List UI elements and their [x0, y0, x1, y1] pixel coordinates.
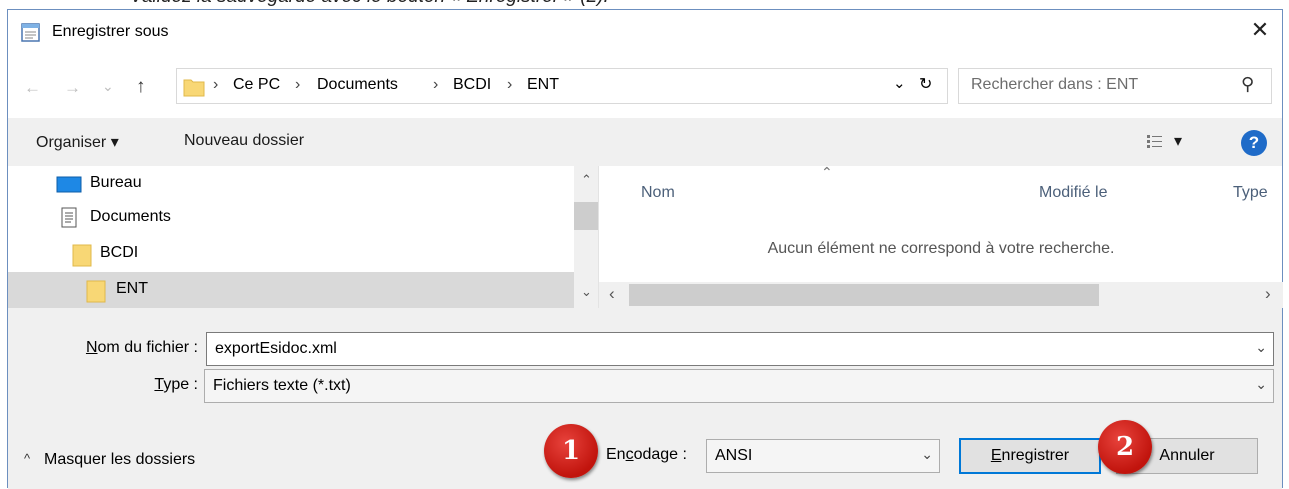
- breadcrumb-separator: ›: [295, 76, 301, 93]
- folder-icon: [183, 79, 205, 97]
- filename-label: Nom du fichier :: [85, 339, 198, 356]
- tree-item-bcdi[interactable]: BCDI: [8, 236, 574, 272]
- file-type-select[interactable]: Fichiers texte (*.txt) ⌄: [204, 369, 1274, 403]
- tree-item-label: Bureau: [90, 174, 142, 191]
- search-box[interactable]: Rechercher dans : ENT ⚲: [958, 68, 1272, 104]
- address-bar[interactable]: › Ce PC › Documents › BCDI › ENT ⌄ ↻: [176, 68, 948, 104]
- back-button[interactable]: ←: [24, 78, 41, 98]
- column-header-type[interactable]: Type: [1233, 184, 1268, 202]
- sort-indicator-icon: ⌃: [821, 164, 833, 180]
- tree-item-label: ENT: [116, 280, 148, 297]
- help-icon[interactable]: ?: [1241, 130, 1267, 156]
- search-icon[interactable]: ⚲: [1241, 74, 1254, 95]
- breadcrumb-ent[interactable]: ENT: [527, 76, 559, 94]
- breadcrumb-separator: ›: [213, 76, 219, 93]
- forward-button[interactable]: →: [64, 78, 81, 98]
- hide-folders-button[interactable]: Masquer les dossiers: [44, 451, 195, 469]
- tree-item-documents[interactable]: Documents: [8, 200, 574, 236]
- close-button[interactable]: ✕: [1246, 16, 1274, 44]
- address-dropdown-icon[interactable]: ⌄: [893, 74, 906, 92]
- tree-item-label: BCDI: [100, 244, 139, 261]
- step-2-badge: 2: [1098, 420, 1152, 474]
- tree-item-bureau[interactable]: Bureau: [8, 166, 574, 202]
- chevron-up-icon[interactable]: ^: [24, 451, 30, 466]
- save-as-dialog: Enregistrer sous ✕ ← → ⌄ ↑ › Ce PC › Doc…: [7, 9, 1283, 489]
- refresh-icon[interactable]: ↻: [919, 74, 932, 94]
- title-bar: Enregistrer sous ✕: [8, 10, 1282, 56]
- save-button[interactable]: Enregistrer: [959, 438, 1101, 474]
- window-title: Enregistrer sous: [52, 23, 169, 40]
- type-label: Type :: [154, 376, 198, 393]
- address-row: ← → ⌄ ↑ › Ce PC › Documents › BCDI › ENT…: [8, 56, 1282, 118]
- file-list: ⌃ Nom Modifié le Type Aucun élément ne c…: [598, 164, 1283, 308]
- organize-menu[interactable]: Organiser ▾: [36, 132, 119, 152]
- chevron-down-icon[interactable]: ⌄: [921, 446, 933, 463]
- tree-item-ent[interactable]: ENT: [8, 272, 574, 308]
- breadcrumb-documents[interactable]: Documents: [317, 76, 398, 94]
- scroll-up-icon[interactable]: ⌃: [581, 172, 592, 188]
- recent-locations-button[interactable]: ⌄: [102, 78, 114, 95]
- view-options-icon[interactable]: [1146, 133, 1164, 151]
- encoding-value: ANSI: [715, 447, 753, 464]
- desktop-icon: [56, 176, 82, 193]
- instruction-caption: Validez la sauvegarde avec le bouton « E…: [130, 0, 1030, 8]
- step-1-badge: 1: [544, 424, 598, 478]
- filename-input[interactable]: exportEsidoc.xml ⌄: [206, 332, 1274, 366]
- breadcrumb-separator: ›: [433, 76, 439, 93]
- encoding-label: Encodage :: [606, 446, 687, 463]
- breadcrumb-bcdi[interactable]: BCDI: [453, 76, 491, 94]
- file-list-horizontal-scrollbar[interactable]: ‹ ›: [599, 282, 1283, 308]
- column-header-modifie-le[interactable]: Modifié le: [1039, 184, 1107, 202]
- file-type-value: Fichiers texte (*.txt): [213, 377, 351, 394]
- view-dropdown-icon[interactable]: ▾: [1174, 131, 1182, 151]
- notepad-icon: [21, 23, 40, 42]
- breadcrumb-ce-pc[interactable]: Ce PC: [233, 76, 280, 94]
- encoding-select[interactable]: ANSI ⌄: [706, 439, 940, 473]
- folder-icon: [72, 244, 92, 267]
- chevron-down-icon[interactable]: ⌄: [1255, 376, 1267, 393]
- scroll-thumb[interactable]: [574, 202, 598, 230]
- save-options-area: Nom du fichier : exportEsidoc.xml ⌄ Type…: [8, 308, 1282, 489]
- scroll-down-icon[interactable]: ⌄: [581, 284, 592, 300]
- search-input[interactable]: Rechercher dans : ENT: [971, 76, 1138, 94]
- chevron-down-icon[interactable]: ⌄: [1255, 339, 1267, 356]
- scroll-right-icon[interactable]: ›: [1265, 284, 1271, 304]
- tree-vertical-scrollbar[interactable]: ⌃ ⌄: [574, 166, 598, 308]
- empty-list-message: Aucun élément ne correspond à votre rech…: [767, 240, 1115, 257]
- column-header-nom[interactable]: Nom: [641, 184, 675, 202]
- up-button[interactable]: ↑: [136, 76, 146, 98]
- new-folder-button[interactable]: Nouveau dossier: [184, 132, 304, 150]
- horizontal-scroll-thumb[interactable]: [629, 284, 1099, 306]
- command-toolbar: Organiser ▾ Nouveau dossier ▾ ?: [8, 118, 1282, 166]
- filename-value: exportEsidoc.xml: [215, 340, 337, 357]
- documents-icon: [61, 207, 77, 228]
- scroll-left-icon[interactable]: ‹: [609, 284, 615, 304]
- navigation-pane: Bureau Documents BCDI ENT ⌃ ⌄: [8, 166, 598, 308]
- folder-icon: [86, 280, 106, 303]
- breadcrumb-separator: ›: [507, 76, 513, 93]
- tree-item-label: Documents: [90, 208, 171, 225]
